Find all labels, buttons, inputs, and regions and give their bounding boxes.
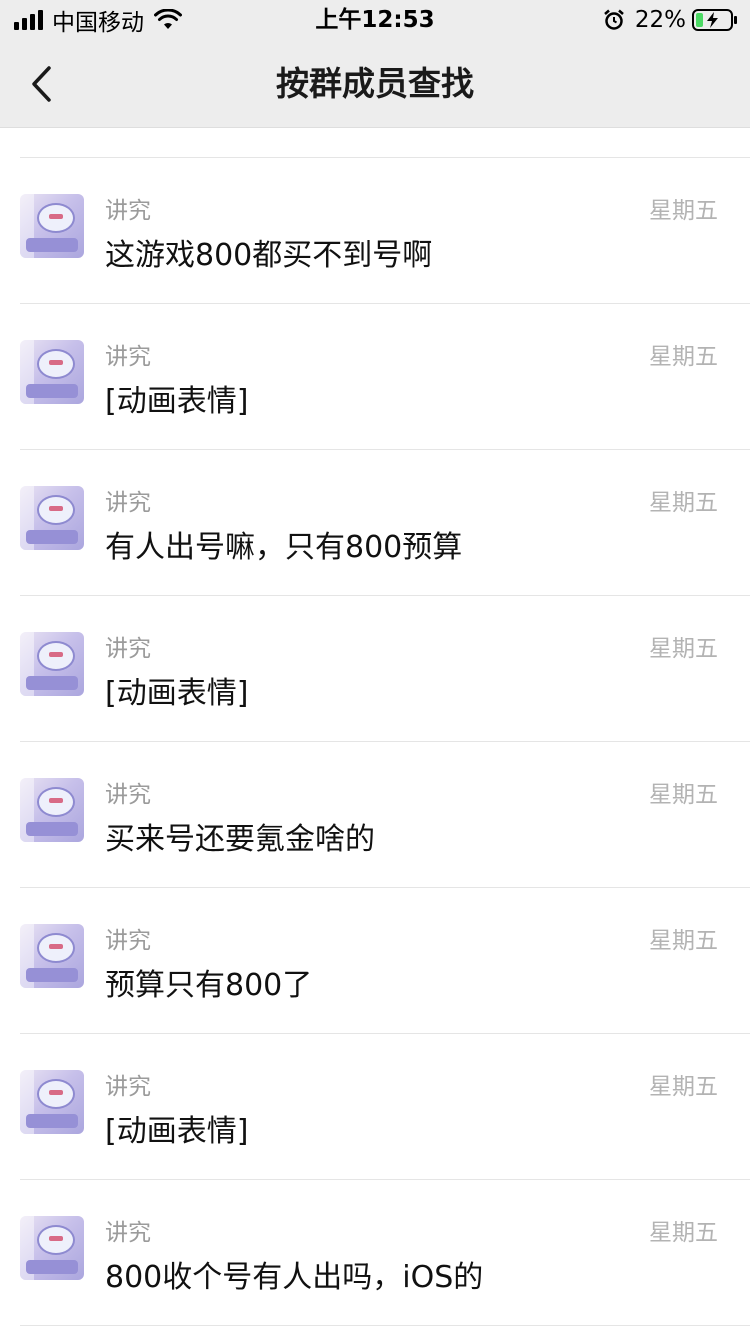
message-time: 星期五 — [649, 490, 718, 516]
message-row[interactable]: 讲究 [动画表情] 星期五 — [0, 304, 750, 450]
avatar-mark — [49, 1236, 63, 1241]
avatar-band — [26, 968, 78, 982]
battery-charging-icon — [692, 9, 737, 31]
message-time: 星期五 — [649, 1220, 718, 1246]
avatar-band — [26, 384, 78, 398]
message-row[interactable]: 讲究预算只有800了 星期五 — [0, 888, 750, 1034]
avatar-mark — [49, 944, 63, 949]
status-right: 22% — [603, 6, 738, 34]
avatar-mark — [49, 360, 63, 365]
nav-bar: 按群成员查找 — [0, 40, 750, 128]
row-divider — [20, 1325, 750, 1326]
avatar[interactable] — [20, 924, 84, 988]
avatar-mark — [49, 214, 63, 219]
avatar[interactable] — [20, 1216, 84, 1280]
message-text: 这游戏800都买不到号啊 — [105, 238, 433, 273]
avatar-band — [26, 1260, 78, 1274]
message-row[interactable]: 讲究 [动画表情] 星期五 — [0, 1034, 750, 1180]
sender-name: 讲究 — [105, 928, 151, 954]
avatar-band — [26, 530, 78, 544]
avatar-band — [26, 822, 78, 836]
message-row[interactable]: 讲究有人出号嘛，只有800预算 星期五 — [0, 450, 750, 596]
message-text: 买来号还要氪金啥的 — [105, 822, 375, 857]
message-text: [动画表情] — [105, 676, 249, 711]
avatar-band — [26, 1114, 78, 1128]
avatar[interactable] — [20, 778, 84, 842]
message-text: [动画表情] — [105, 1114, 249, 1149]
avatar[interactable] — [20, 194, 84, 258]
alarm-clock-icon — [604, 9, 624, 30]
message-row[interactable]: 讲究 800收个号有人出吗，iOS的 星期五 — [0, 1180, 750, 1326]
avatar[interactable] — [20, 486, 84, 550]
message-row[interactable]: 讲究 [动画表情] 星期五 — [0, 596, 750, 742]
message-text: 预算只有800了 — [105, 968, 313, 1003]
message-row[interactable]: 讲究这游戏800都买不到号啊 星期五 — [0, 158, 750, 304]
message-time: 星期五 — [649, 344, 718, 370]
status-bar: 中国移动 上午12:53 22% — [0, 0, 750, 40]
battery-percent: 22% — [634, 7, 686, 33]
avatar-band — [26, 676, 78, 690]
message-text: 800收个号有人出吗，iOS的 — [105, 1260, 484, 1295]
sender-name: 讲究 — [105, 344, 151, 370]
avatar[interactable] — [20, 340, 84, 404]
message-time: 星期五 — [649, 928, 718, 954]
message-time: 星期五 — [649, 1074, 718, 1100]
message-time: 星期五 — [649, 198, 718, 224]
avatar-mark — [49, 506, 63, 511]
message-rows: 讲究 这游戏800都买不到号啊 星期五 讲究 [动画表情] 星期五 讲究 有人出号嘛，只有80… — [0, 158, 750, 1326]
avatar-mark — [49, 652, 63, 657]
sender-name: 讲究 — [105, 1074, 151, 1100]
message-time: 星期五 — [649, 636, 718, 662]
page-title: 按群成员查找 — [276, 64, 474, 103]
avatar-mark — [49, 1090, 63, 1095]
sender-name: 讲究 — [105, 782, 151, 808]
avatar[interactable] — [20, 1070, 84, 1134]
sender-name: 讲究 — [105, 636, 151, 662]
message-text: [动画表情] — [105, 384, 249, 419]
sender-name: 讲究 — [105, 198, 151, 224]
sender-name: 讲究 — [105, 1220, 151, 1246]
message-time: 星期五 — [649, 782, 718, 808]
sender-name: 讲究 — [105, 490, 151, 516]
message-text: 有人出号嘛，只有800预算 — [105, 530, 463, 565]
message-row[interactable]: 讲究买来号还要氪金啥的 星期五 — [0, 742, 750, 888]
avatar-mark — [49, 798, 63, 803]
avatar-band — [26, 238, 78, 252]
avatar[interactable] — [20, 632, 84, 696]
